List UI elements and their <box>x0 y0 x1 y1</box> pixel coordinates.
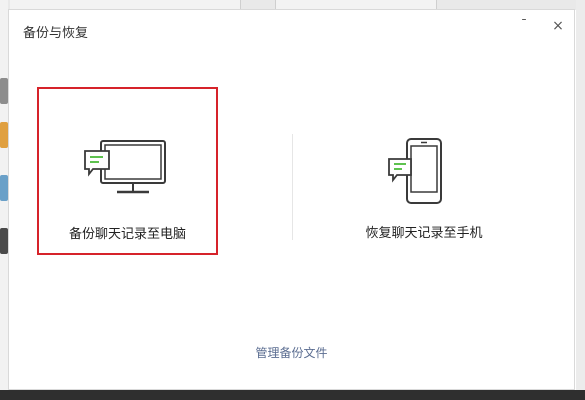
backup-to-pc-label: 备份聊天记录至电脑 <box>68 227 186 242</box>
background-app-left-edge <box>0 0 8 400</box>
background-thumbnail <box>0 122 8 148</box>
close-button[interactable]: × <box>547 15 569 37</box>
dialog-title: 备份与恢复 <box>23 26 89 41</box>
phone-with-chat-icon <box>388 138 442 204</box>
minimize-button[interactable]: ˉ <box>513 15 535 37</box>
background-thumbnail <box>0 78 8 104</box>
background-thumbnail <box>0 228 8 254</box>
restore-to-phone-label: 恢复聊天记录至手机 <box>365 226 483 241</box>
manage-backup-files-link[interactable]: 管理备份文件 <box>9 344 574 361</box>
backup-restore-dialog: 备份与恢复 ˉ × 备份聊天记录至电脑 恢复聊天记录至手机 管理备份文件 <box>8 9 575 390</box>
background-app-bottom <box>0 390 585 400</box>
options-divider <box>292 134 293 240</box>
background-thumbnail <box>0 175 8 201</box>
background-app-right-edge <box>576 0 585 400</box>
computer-with-chat-icon <box>84 140 166 194</box>
backup-to-pc-option[interactable]: 备份聊天记录至电脑 <box>37 87 218 255</box>
restore-to-phone-option[interactable]: 恢复聊天记录至手机 <box>319 87 529 255</box>
